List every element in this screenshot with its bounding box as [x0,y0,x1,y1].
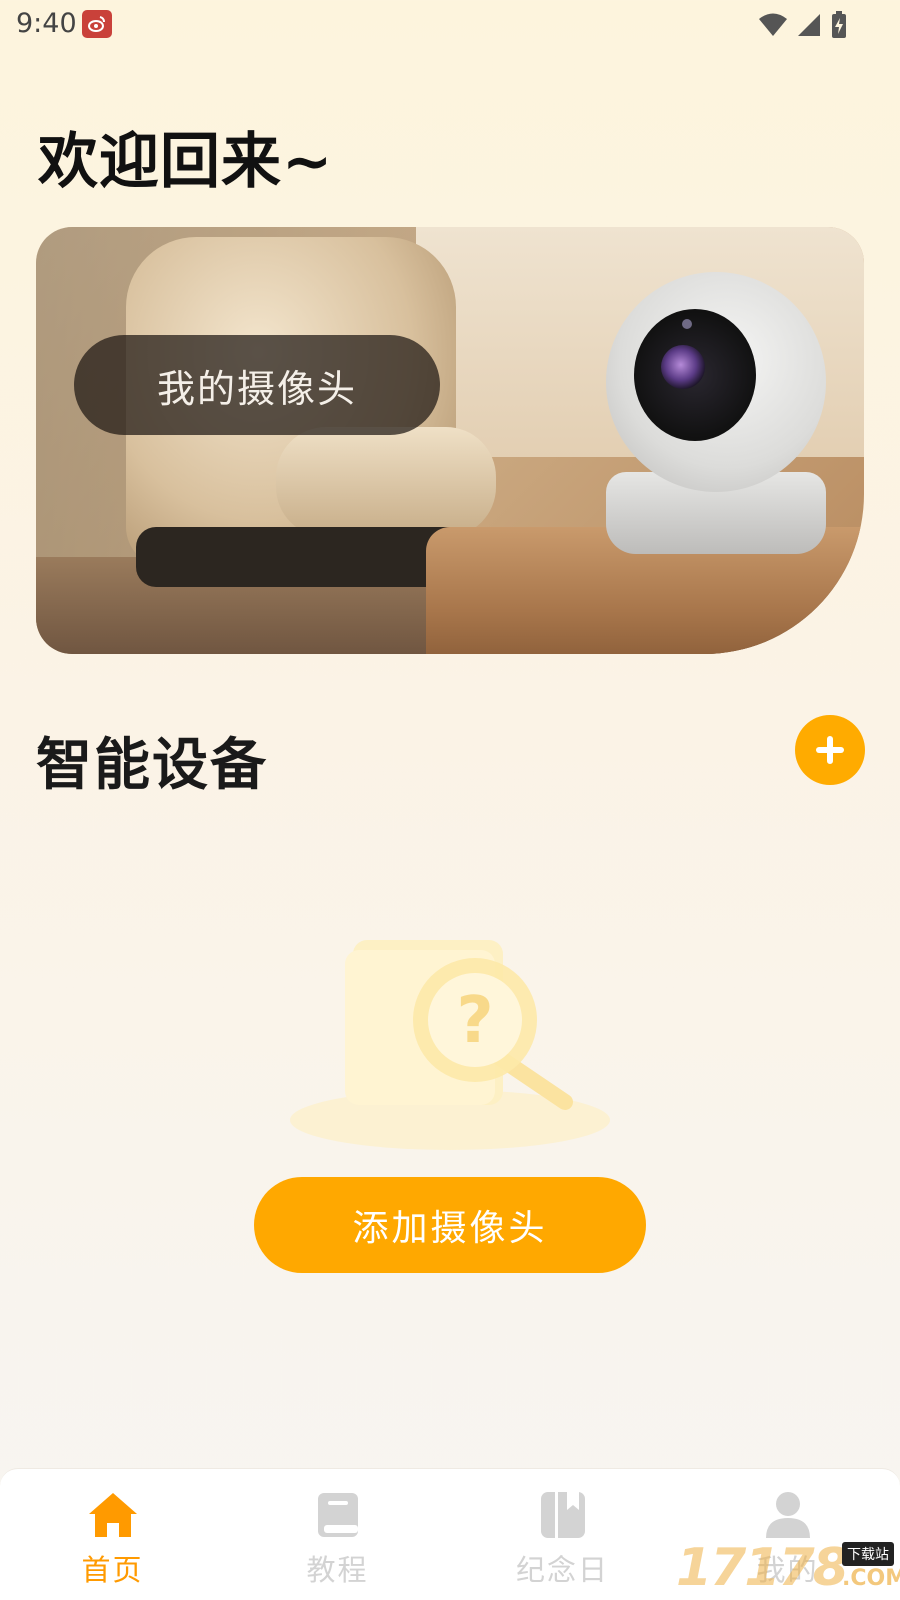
nav-label-home: 首页 [81,1553,144,1587]
nav-item-tutorial[interactable]: 教程 [225,1469,450,1600]
download-site-watermark: 17178 下载站 .COM [676,1538,900,1600]
nav-label-tutorial: 教程 [306,1553,369,1587]
wifi-icon [759,13,787,36]
watermark-number: 17178 [676,1538,849,1598]
massage-chair-base-image [136,527,476,587]
add-camera-button[interactable]: 添加摄像头 [254,1177,646,1273]
status-icons [758,10,848,40]
massage-chair-arm-image [276,427,496,537]
smart-devices-title: 智能设备 [36,733,268,798]
svg-text:?: ? [456,984,493,1058]
signal-icon [798,14,820,36]
weibo-notification-icon [82,10,112,38]
add-device-button[interactable] [795,715,865,785]
nav-item-home[interactable]: 首页 [0,1469,225,1600]
nav-item-anniversary[interactable]: 纪念日 [450,1469,675,1600]
document-magnifier-question-icon: ? [290,940,610,1150]
battery-charging-icon [832,11,846,38]
camera-sensor-image [682,319,692,329]
watermark-domain: .COM [842,1566,900,1591]
nav-label-anniversary: 纪念日 [515,1553,609,1587]
plus-icon [816,736,844,764]
camera-lens-image [661,345,705,389]
my-camera-label: 我的摄像头 [74,335,440,435]
home-icon [87,1489,139,1541]
status-time: 9:40 [16,8,77,39]
my-camera-banner[interactable]: 我的摄像头 [36,227,864,654]
watermark-badge: 下载站 [842,1542,894,1566]
status-bar: 9:40 [0,0,900,48]
user-icon [762,1489,814,1541]
greeting-title: 欢迎回来~ [38,127,334,197]
book-icon [312,1489,364,1541]
bookmark-book-icon [537,1489,589,1541]
